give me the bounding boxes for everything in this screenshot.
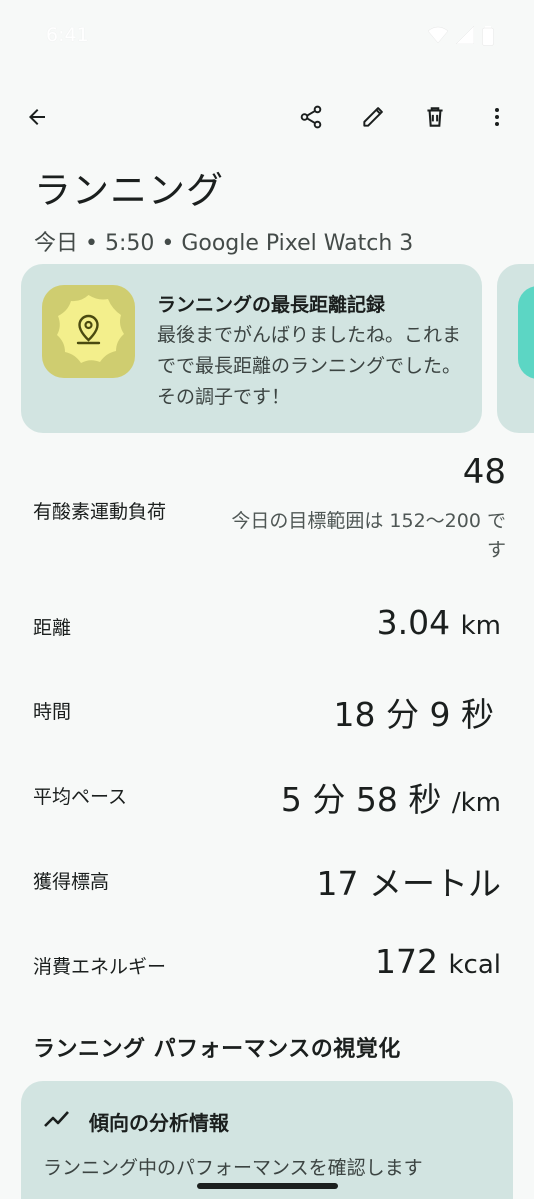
- gesture-nav-handle[interactable]: [197, 1183, 338, 1189]
- trending-up-icon: [44, 1111, 69, 1127]
- share-button[interactable]: [289, 95, 333, 139]
- status-time: 6:41: [46, 24, 89, 46]
- trash-icon: [427, 107, 443, 127]
- status-icons: [428, 26, 494, 46]
- distance-value: 3.04 km: [377, 603, 501, 642]
- achievement-card[interactable]: ランニングの最長距離記録 最後までがんばりましたね。これまでで最長距離のランニン…: [21, 264, 482, 433]
- cardio-load-target: 今日の目標範囲は 152〜200 です: [231, 510, 506, 561]
- next-achievement-badge: [518, 286, 534, 379]
- cardio-load-label: 有酸素運動負荷: [33, 501, 167, 523]
- energy-unit: kcal: [448, 950, 501, 980]
- duration-label: 時間: [33, 701, 72, 723]
- pace-unit: /km: [451, 788, 501, 818]
- app-bar: [0, 95, 534, 143]
- delete-button[interactable]: [413, 95, 457, 139]
- activity-subtitle: 今日 • 5:50 • Google Pixel Watch 3: [34, 231, 414, 256]
- back-button[interactable]: [15, 95, 59, 139]
- insights-title: 傾向の分析情報: [89, 1111, 229, 1135]
- insights-description: ランニング中のパフォーマンスを確認します: [43, 1157, 423, 1179]
- insights-card[interactable]: 傾向の分析情報 ランニング中のパフォーマンスを確認します: [21, 1081, 513, 1199]
- arrow-back-icon: [29, 109, 45, 125]
- achievement-body: 最後までがんばりましたね。これまでで最長距離のランニングでした。その調子です！: [157, 324, 462, 408]
- next-achievement-card[interactable]: [497, 264, 534, 433]
- edit-button[interactable]: [351, 95, 395, 139]
- achievement-badge: [42, 285, 135, 378]
- share-icon: [300, 105, 322, 129]
- pencil-icon: [363, 107, 383, 127]
- section-heading: ランニング パフォーマンスの視覚化: [33, 1037, 401, 1062]
- more-vert-icon: [495, 108, 499, 126]
- energy-number: 172: [374, 942, 438, 981]
- cardio-load-value: 48: [462, 452, 506, 492]
- elevation-label: 獲得標高: [33, 871, 110, 893]
- more-options-button[interactable]: [475, 95, 519, 139]
- achievement-title: ランニングの最長距離記録: [157, 294, 386, 316]
- duration-value: 18 分 9 秒: [333, 695, 494, 734]
- signal-icon: [456, 26, 474, 44]
- energy-label: 消費エネルギー: [33, 956, 167, 978]
- pace-label: 平均ペース: [33, 786, 128, 808]
- energy-value: 172 kcal: [375, 942, 501, 981]
- pace-number: 5 分 58 秒: [280, 780, 442, 819]
- distance-label: 距離: [33, 617, 72, 639]
- wifi-icon: [428, 26, 448, 44]
- battery-icon: [482, 26, 494, 46]
- pace-value: 5 分 58 秒 /km: [281, 773, 501, 821]
- distance-number: 3.04: [376, 603, 451, 642]
- distance-unit: km: [460, 611, 501, 641]
- page-title: ランニング: [34, 169, 224, 212]
- status-bar: 6:41: [0, 0, 534, 80]
- elevation-value: 17 メートル: [316, 864, 501, 903]
